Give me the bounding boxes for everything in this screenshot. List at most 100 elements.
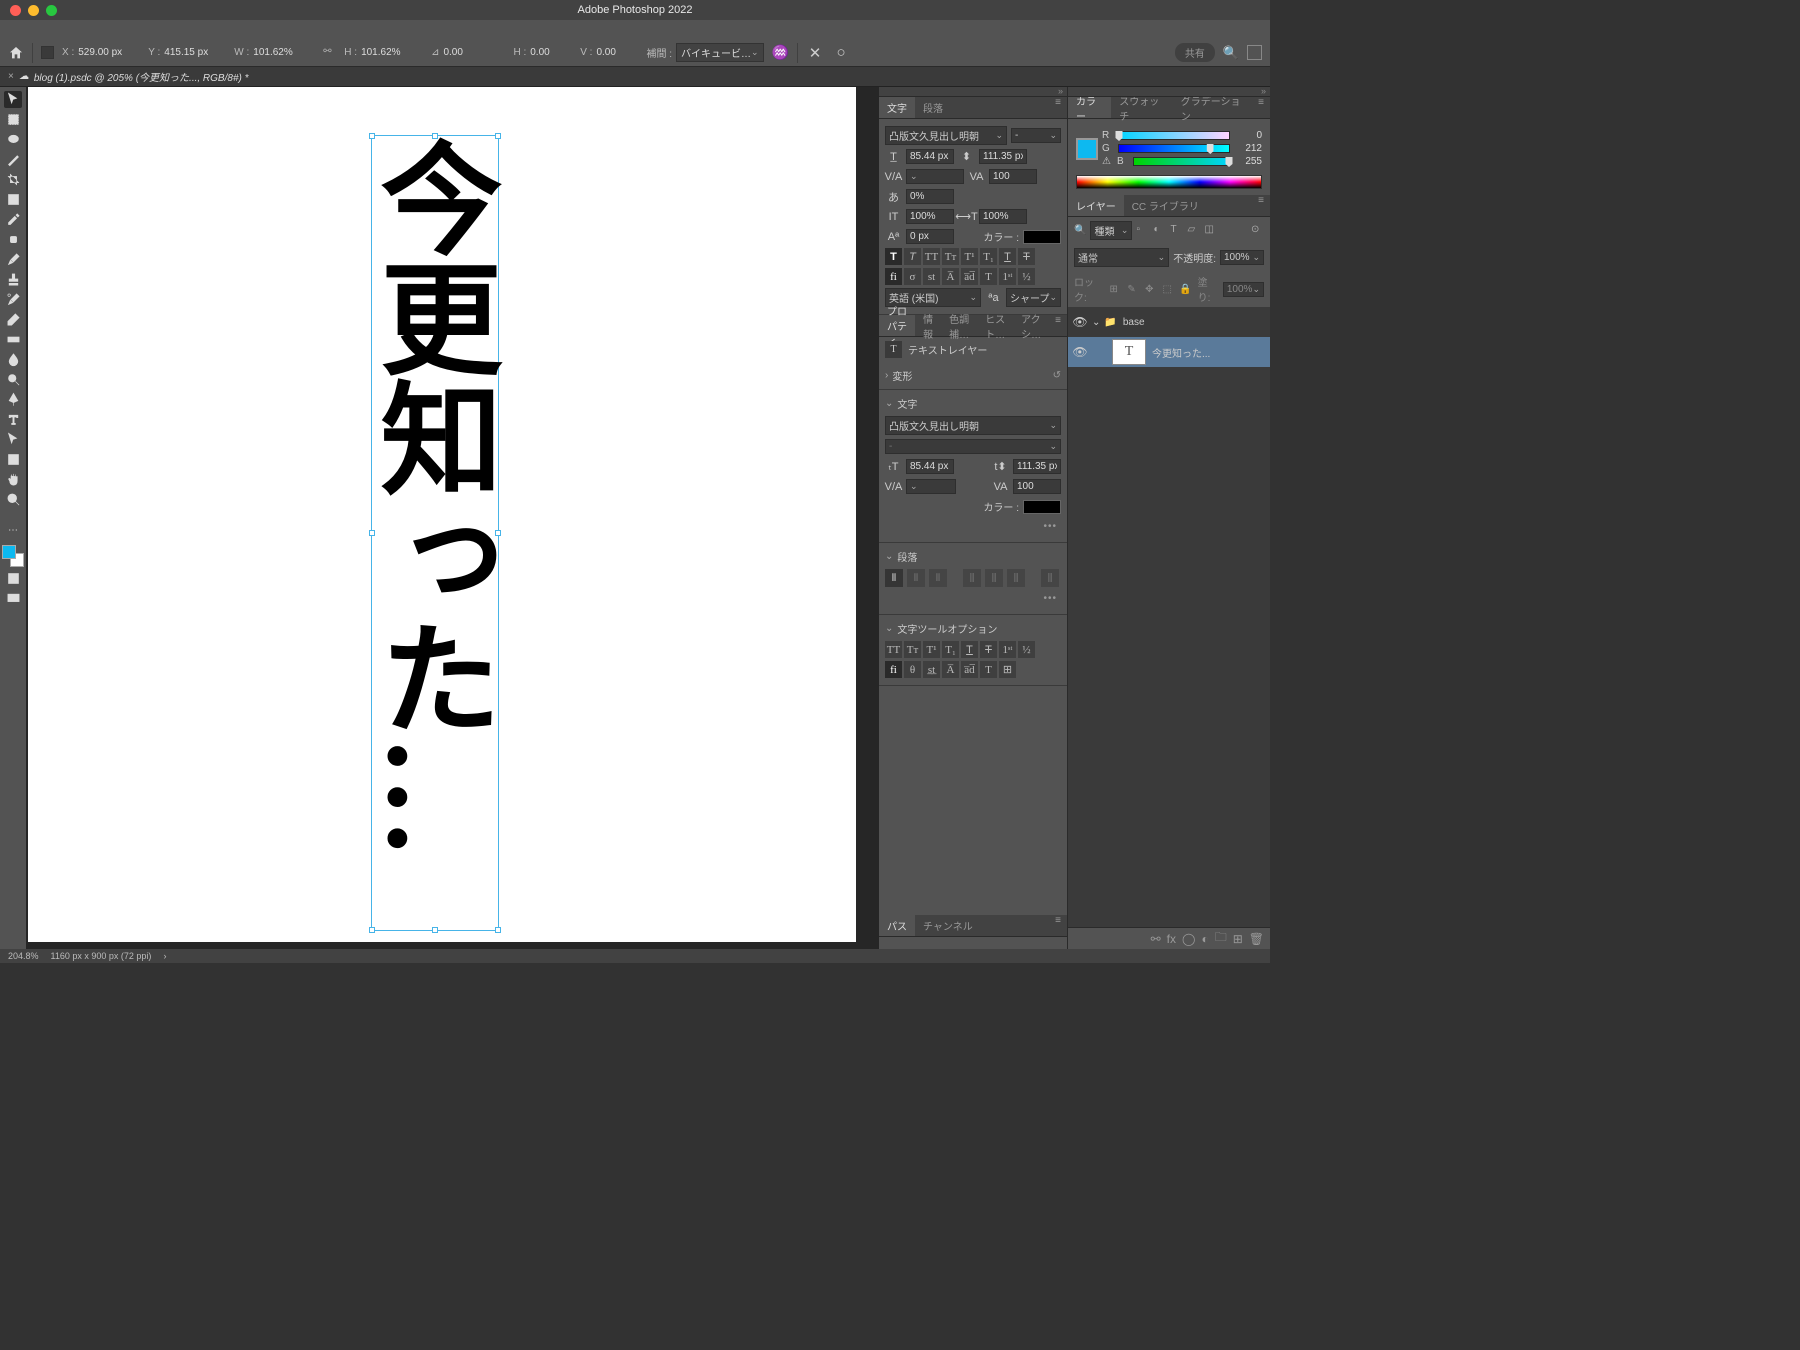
g-value[interactable]: 212 bbox=[1236, 143, 1262, 154]
edit-toolbar-icon[interactable]: ⋯ bbox=[4, 522, 22, 539]
filter-smart-icon[interactable]: ◫ bbox=[1204, 224, 1217, 237]
titling-button[interactable]: T bbox=[980, 268, 997, 285]
tab-channels[interactable]: チャンネル bbox=[915, 915, 981, 936]
y-input[interactable] bbox=[164, 47, 226, 58]
foreground-color-swatch[interactable] bbox=[1076, 138, 1098, 160]
justify-top-button[interactable]: ⫼ bbox=[963, 569, 981, 587]
search-icon[interactable]: 🔍 bbox=[1223, 45, 1239, 61]
home-icon[interactable] bbox=[8, 45, 24, 61]
align-vcenter-button[interactable]: ⫴ bbox=[907, 569, 925, 587]
panel-menu-icon[interactable]: ≡ bbox=[1252, 97, 1270, 118]
lig2-button[interactable]: fi bbox=[885, 661, 902, 678]
underline2-button[interactable]: T bbox=[961, 641, 978, 658]
blend-mode-select[interactable]: 通常 bbox=[1074, 248, 1169, 267]
document-tab[interactable]: × ☁ blog (1).psdc @ 205% (今更知った..., RGB/… bbox=[0, 67, 257, 86]
panel-menu-icon[interactable]: ≡ bbox=[1252, 195, 1270, 216]
tab-cclib[interactable]: CC ライブラリ bbox=[1124, 195, 1207, 216]
wand-tool[interactable] bbox=[4, 151, 22, 168]
stylistic-button[interactable]: a̅d̅ bbox=[961, 268, 978, 285]
reference-point-toggle[interactable] bbox=[41, 46, 54, 59]
smallcaps-button[interactable]: Tᴛ bbox=[942, 248, 959, 265]
ligatures-button[interactable]: fi bbox=[885, 268, 902, 285]
strike2-button[interactable]: T bbox=[980, 641, 997, 658]
transform-disclosure[interactable]: 変形↺ bbox=[885, 366, 1061, 385]
cancel-transform-icon[interactable]: ✕ bbox=[806, 44, 824, 62]
layer-group-base[interactable]: 👁 ⌄ 📁 base bbox=[1068, 307, 1270, 337]
marquee-tool[interactable] bbox=[4, 111, 22, 128]
bold-button[interactable]: T bbox=[885, 248, 902, 265]
textopts-disclosure[interactable]: 文字ツールオプション bbox=[885, 619, 1061, 638]
group-name[interactable]: base bbox=[1123, 317, 1145, 328]
hskew-input[interactable] bbox=[530, 47, 572, 58]
color-swatches[interactable] bbox=[2, 545, 24, 567]
lasso-tool[interactable] bbox=[4, 131, 22, 148]
heal-tool[interactable] bbox=[4, 231, 22, 248]
x-input[interactable] bbox=[78, 47, 140, 58]
prop-style-select[interactable]: - bbox=[885, 439, 1061, 454]
prop-font-select[interactable]: 凸版文久見出し明朝 bbox=[885, 416, 1061, 435]
mask-icon[interactable]: ◯ bbox=[1182, 932, 1195, 946]
justify-center-button[interactable]: ⫼ bbox=[985, 569, 1003, 587]
tab-character[interactable]: 文字 bbox=[879, 97, 915, 118]
angle-input[interactable] bbox=[443, 47, 505, 58]
ordinals-button[interactable]: 1ˢᵗ bbox=[999, 268, 1016, 285]
prop-color-swatch[interactable] bbox=[1023, 500, 1061, 514]
justify-all-button[interactable]: ⫼ bbox=[1041, 569, 1059, 587]
prop-kerning-select[interactable] bbox=[906, 479, 956, 494]
visibility-icon[interactable]: 👁 bbox=[1072, 345, 1088, 359]
antialias-select[interactable]: シャープ bbox=[1006, 288, 1061, 307]
tab-paragraph[interactable]: 段落 bbox=[915, 97, 951, 118]
gradient-tool[interactable] bbox=[4, 331, 22, 348]
lock-pixels-icon[interactable]: ✎ bbox=[1126, 284, 1138, 295]
handle-bm[interactable] bbox=[432, 927, 438, 933]
new-layer-icon[interactable]: ⊞ bbox=[1233, 932, 1243, 946]
kerning-select[interactable] bbox=[906, 169, 964, 184]
smallcaps2-button[interactable]: Tᴛ bbox=[904, 641, 921, 658]
workspace-icon[interactable] bbox=[1247, 45, 1262, 60]
tab-adjustments[interactable]: 色調補… bbox=[941, 315, 977, 336]
w-input[interactable] bbox=[253, 47, 315, 58]
handle-tl[interactable] bbox=[369, 133, 375, 139]
filter-type-select[interactable]: 種類 bbox=[1090, 221, 1132, 240]
layer-thumbnail[interactable]: T bbox=[1112, 339, 1146, 365]
align-bottom-button[interactable]: ⫴ bbox=[929, 569, 947, 587]
zoom-window-icon[interactable] bbox=[46, 5, 57, 16]
frame-tool[interactable] bbox=[4, 191, 22, 208]
collapse-panels-icon[interactable] bbox=[1068, 87, 1270, 97]
lock-all-icon[interactable]: ⊞ bbox=[1108, 284, 1120, 295]
baseline-input[interactable] bbox=[906, 229, 954, 244]
frac2-button[interactable]: ½ bbox=[1018, 641, 1035, 658]
visibility-icon[interactable]: 👁 bbox=[1072, 315, 1088, 329]
filter-type-icon[interactable]: T bbox=[1170, 224, 1183, 237]
swash2-button[interactable]: A̅ bbox=[942, 661, 959, 678]
allcaps2-button[interactable]: TT bbox=[885, 641, 902, 658]
fill-select[interactable]: 100% bbox=[1223, 282, 1264, 297]
text-color-swatch[interactable] bbox=[1023, 230, 1061, 244]
handle-ml[interactable] bbox=[369, 530, 375, 536]
eraser-tool[interactable] bbox=[4, 311, 22, 328]
delete-icon[interactable]: 🗑 bbox=[1249, 932, 1264, 946]
tab-color[interactable]: カラー bbox=[1068, 97, 1111, 118]
filter-pixel-icon[interactable]: ▫ bbox=[1136, 224, 1149, 237]
italic-button[interactable]: T bbox=[904, 248, 921, 265]
tab-info[interactable]: 情報 bbox=[915, 315, 941, 336]
fx-icon[interactable]: fx bbox=[1167, 932, 1176, 946]
justify-bottom-button[interactable]: ⫼ bbox=[1007, 569, 1025, 587]
filter-toggle-icon[interactable]: ⊙ bbox=[1251, 224, 1264, 237]
filter-adjust-icon[interactable]: ◐ bbox=[1153, 224, 1166, 237]
panel-menu-icon[interactable]: ≡ bbox=[1049, 315, 1067, 336]
align-top-button[interactable]: ⫴ bbox=[885, 569, 903, 587]
path-select-tool[interactable] bbox=[4, 431, 22, 448]
font-size-input[interactable] bbox=[906, 149, 954, 164]
r-value[interactable]: 0 bbox=[1236, 130, 1262, 141]
handle-tr[interactable] bbox=[495, 133, 501, 139]
dodge-tool[interactable] bbox=[4, 371, 22, 388]
status-chevron-icon[interactable]: › bbox=[163, 951, 166, 961]
titl2-button[interactable]: T bbox=[980, 661, 997, 678]
crop-tool[interactable] bbox=[4, 171, 22, 188]
vscale-input[interactable] bbox=[906, 209, 954, 224]
minimize-window-icon[interactable] bbox=[28, 5, 39, 16]
warp-icon[interactable]: ♒ bbox=[772, 44, 789, 61]
lock-position-icon[interactable]: ✥ bbox=[1143, 284, 1155, 295]
opacity-select[interactable]: 100% bbox=[1220, 250, 1264, 265]
